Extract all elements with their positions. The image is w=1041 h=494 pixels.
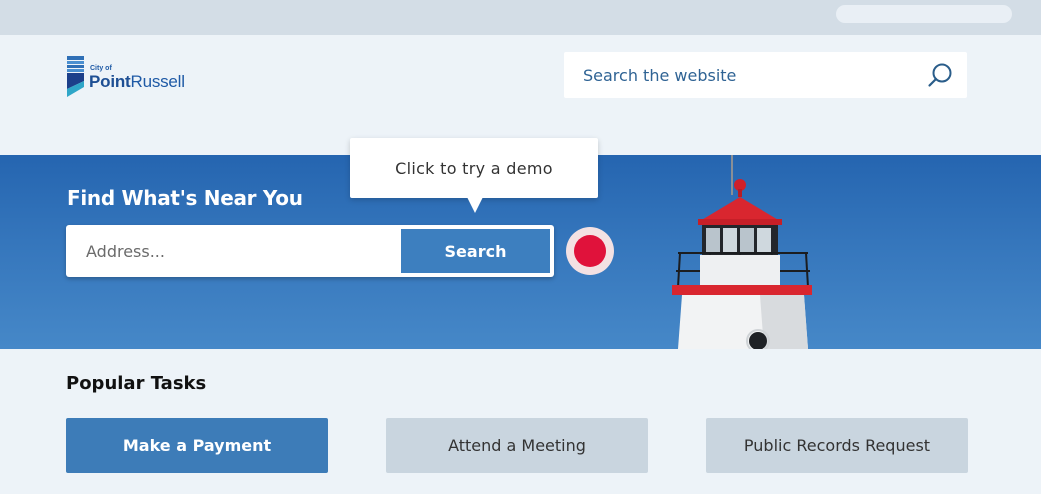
attend-meeting-button[interactable]: Attend a Meeting (386, 418, 648, 473)
address-input[interactable] (86, 239, 396, 263)
popular-tasks-title: Popular Tasks (66, 373, 207, 394)
public-records-button[interactable]: Public Records Request (706, 418, 968, 473)
demo-hotspot-dot (574, 235, 606, 267)
utility-bar (0, 0, 1041, 35)
make-payment-button[interactable]: Make a Payment (66, 418, 328, 473)
hero-title: Find What's Near You (67, 186, 303, 210)
city-logo[interactable]: City of PointRussell (66, 55, 226, 99)
logo-name: PointRussell (89, 73, 185, 90)
lighthouse-image (672, 155, 812, 349)
logo-name-rest: Russell (130, 71, 186, 91)
utility-bar-pill[interactable] (836, 5, 1012, 23)
site-header: City of PointRussell (0, 35, 1041, 155)
site-search-input[interactable] (583, 65, 913, 85)
demo-tooltip: Click to try a demo (350, 138, 598, 198)
logo-city-of: City of (90, 64, 112, 72)
address-search-button[interactable]: Search (401, 229, 550, 273)
logo-name-bold: Point (89, 71, 131, 91)
search-icon[interactable] (927, 62, 953, 88)
city-logo-icon (67, 56, 84, 97)
site-search (564, 52, 967, 98)
demo-hotspot[interactable] (566, 227, 614, 275)
demo-tooltip-arrow (467, 197, 483, 213)
address-search-bar: Search (66, 225, 554, 277)
